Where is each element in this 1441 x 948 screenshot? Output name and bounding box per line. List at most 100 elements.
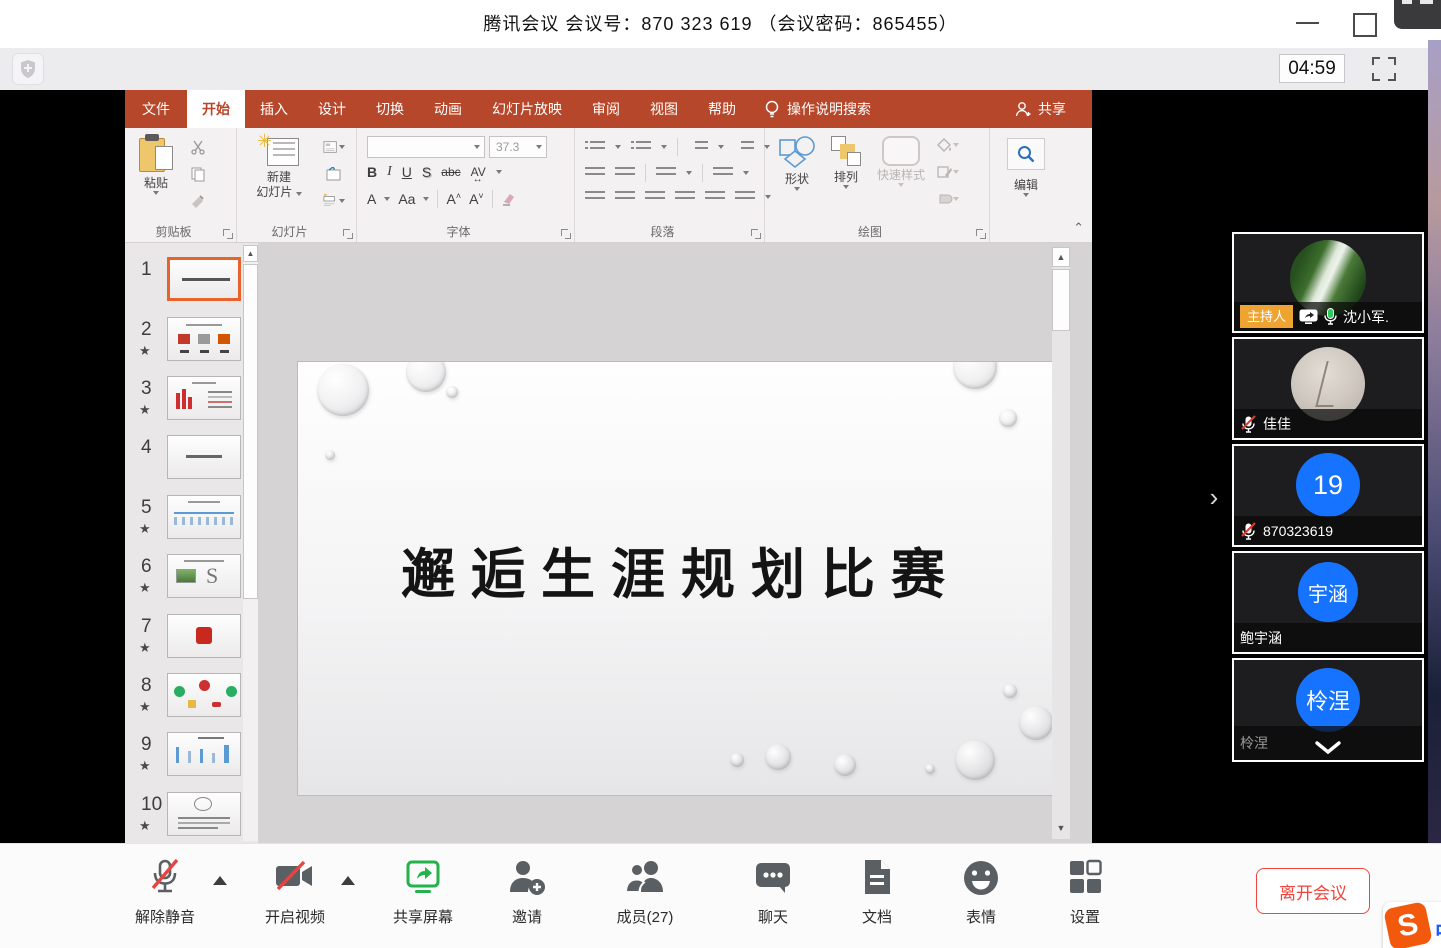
- tab-view[interactable]: 视图: [635, 90, 693, 128]
- scrollbar-thumb[interactable]: [243, 264, 258, 599]
- slide-thumbnail-10[interactable]: 10 ★: [125, 792, 258, 848]
- new-slide-button[interactable]: ✳ 新建 幻灯片: [247, 136, 311, 200]
- section-button[interactable]: [323, 192, 345, 210]
- slide-thumbnail-7[interactable]: 7 ★: [125, 614, 258, 670]
- decrease-indent-button[interactable]: [585, 166, 605, 180]
- tab-design[interactable]: 设计: [303, 90, 361, 128]
- video-tile-baoyuhan[interactable]: 宇涵 鲍宇涵: [1232, 551, 1424, 654]
- distribute-button[interactable]: [705, 190, 725, 204]
- slide-thumbnail-6[interactable]: 6 ★ S: [125, 554, 258, 610]
- chevron-down-icon[interactable]: [1313, 741, 1343, 755]
- font-size-combo[interactable]: 37.3: [489, 136, 547, 158]
- scroll-up-icon[interactable]: ▲: [1052, 247, 1070, 267]
- bold-button[interactable]: B: [367, 164, 377, 180]
- smartart-convert-button[interactable]: [735, 190, 755, 204]
- align-center-button[interactable]: [615, 190, 635, 204]
- paragraph-dialog-launcher[interactable]: [751, 229, 761, 239]
- align-left-button[interactable]: [585, 190, 605, 204]
- members-button[interactable]: 成员(27): [600, 858, 690, 927]
- maximize-button[interactable]: [1349, 10, 1379, 38]
- quick-styles-button[interactable]: 快速样式: [877, 136, 925, 187]
- scrollbar-thumb[interactable]: [1052, 269, 1070, 331]
- slide-thumbnail-9[interactable]: 9 ★: [125, 732, 258, 788]
- tab-slideshow[interactable]: 幻灯片放映: [477, 90, 577, 128]
- scroll-up-icon[interactable]: ▲: [243, 245, 258, 262]
- video-tile-870323619[interactable]: 19 870323619: [1232, 444, 1424, 547]
- grow-font-button[interactable]: A˄: [446, 191, 461, 207]
- slide-thumbnail-5[interactable]: 5 ★: [125, 495, 258, 551]
- mic-options-arrow[interactable]: [213, 876, 227, 885]
- text-shadow-button[interactable]: S: [422, 164, 431, 180]
- tab-transitions[interactable]: 切换: [361, 90, 419, 128]
- editing-button[interactable]: 编辑: [1004, 138, 1048, 197]
- format-painter-button[interactable]: [187, 192, 209, 210]
- shrink-font-button[interactable]: A˅: [469, 191, 484, 207]
- tab-animations[interactable]: 动画: [419, 90, 477, 128]
- tab-file[interactable]: 文件: [125, 90, 187, 128]
- slide-scrollbar[interactable]: ▲ ▼: [1052, 247, 1070, 839]
- text-direction-button[interactable]: [734, 140, 754, 154]
- tab-help[interactable]: 帮助: [693, 90, 751, 128]
- start-video-button[interactable]: 开启视频: [250, 858, 340, 927]
- meeting-security-button[interactable]: [12, 53, 44, 85]
- clipboard-dialog-launcher[interactable]: [223, 229, 233, 239]
- char-spacing-button[interactable]: AV: [471, 165, 486, 179]
- paste-button[interactable]: 粘贴: [139, 136, 173, 195]
- clear-formatting-icon[interactable]: [501, 192, 517, 206]
- italic-button[interactable]: I: [387, 164, 392, 180]
- video-tile-host[interactable]: 主持人 沈小军.: [1232, 232, 1424, 333]
- scroll-down-icon[interactable]: ▼: [1052, 821, 1070, 837]
- align-text-button[interactable]: [713, 166, 733, 180]
- share-screen-button[interactable]: 共享屏幕: [378, 858, 468, 927]
- increase-indent-button[interactable]: [615, 166, 635, 180]
- camera-options-arrow[interactable]: [341, 876, 355, 885]
- arrange-button[interactable]: 排列: [831, 136, 861, 189]
- slide-thumbnail-4[interactable]: 4: [125, 435, 258, 491]
- cut-button[interactable]: [187, 138, 209, 156]
- copy-button[interactable]: [187, 165, 209, 183]
- bullets-button[interactable]: [585, 140, 605, 154]
- video-tile-lingnie[interactable]: 柃涅 柃涅: [1232, 658, 1424, 762]
- change-case-button[interactable]: Aa: [398, 191, 415, 207]
- docs-button[interactable]: 文档: [832, 858, 922, 927]
- fullscreen-button[interactable]: [1372, 57, 1396, 81]
- tab-review[interactable]: 审阅: [577, 90, 635, 128]
- shape-fill-button[interactable]: [937, 136, 959, 154]
- thumbnail-scrollbar[interactable]: ▲: [243, 245, 258, 841]
- align-right-button[interactable]: [645, 190, 665, 204]
- slides-dialog-launcher[interactable]: [343, 229, 353, 239]
- shape-effects-button[interactable]: [937, 190, 959, 208]
- shapes-button[interactable]: 形状: [777, 136, 817, 191]
- font-dialog-launcher[interactable]: [561, 229, 571, 239]
- office-share-button[interactable]: 共享: [1015, 90, 1066, 128]
- shape-outline-button[interactable]: [937, 163, 959, 181]
- leave-meeting-button[interactable]: 离开会议: [1256, 868, 1370, 914]
- line-spacing-button[interactable]: [688, 140, 708, 154]
- numbering-button[interactable]: [631, 140, 651, 154]
- font-color-button[interactable]: A: [367, 191, 376, 207]
- slide-thumbnail-8[interactable]: 8 ★: [125, 673, 258, 729]
- tab-insert[interactable]: 插入: [245, 90, 303, 128]
- slide-thumbnail-2[interactable]: 2 ★: [125, 317, 258, 373]
- slide-layout-button[interactable]: [323, 138, 345, 156]
- drawing-dialog-launcher[interactable]: [976, 229, 986, 239]
- video-tile-jiajia[interactable]: 佳佳: [1232, 337, 1424, 440]
- collapse-ribbon-icon[interactable]: ⌃: [1073, 220, 1084, 236]
- collapse-video-panel-chevron[interactable]: ›: [1200, 480, 1228, 514]
- tell-me-search[interactable]: 操作说明搜索: [765, 90, 871, 128]
- slide-thumbnail-3[interactable]: 3 ★: [125, 376, 258, 432]
- chat-button[interactable]: 聊天: [728, 858, 818, 927]
- emoji-button[interactable]: 表情: [936, 858, 1026, 927]
- columns-button[interactable]: [656, 166, 676, 180]
- font-name-combo[interactable]: [367, 136, 485, 158]
- unmute-button[interactable]: 解除静音: [120, 858, 210, 927]
- justify-button[interactable]: [675, 190, 695, 204]
- reset-slide-button[interactable]: [323, 165, 345, 183]
- underline-button[interactable]: U: [402, 164, 412, 180]
- strikethrough-button[interactable]: abc: [441, 165, 460, 179]
- slide-thumbnail-1[interactable]: 1: [125, 257, 258, 313]
- minimize-button[interactable]: [1293, 10, 1323, 38]
- tab-home[interactable]: 开始: [187, 90, 245, 128]
- invite-button[interactable]: 邀请: [482, 858, 572, 927]
- settings-button[interactable]: 设置: [1040, 858, 1130, 927]
